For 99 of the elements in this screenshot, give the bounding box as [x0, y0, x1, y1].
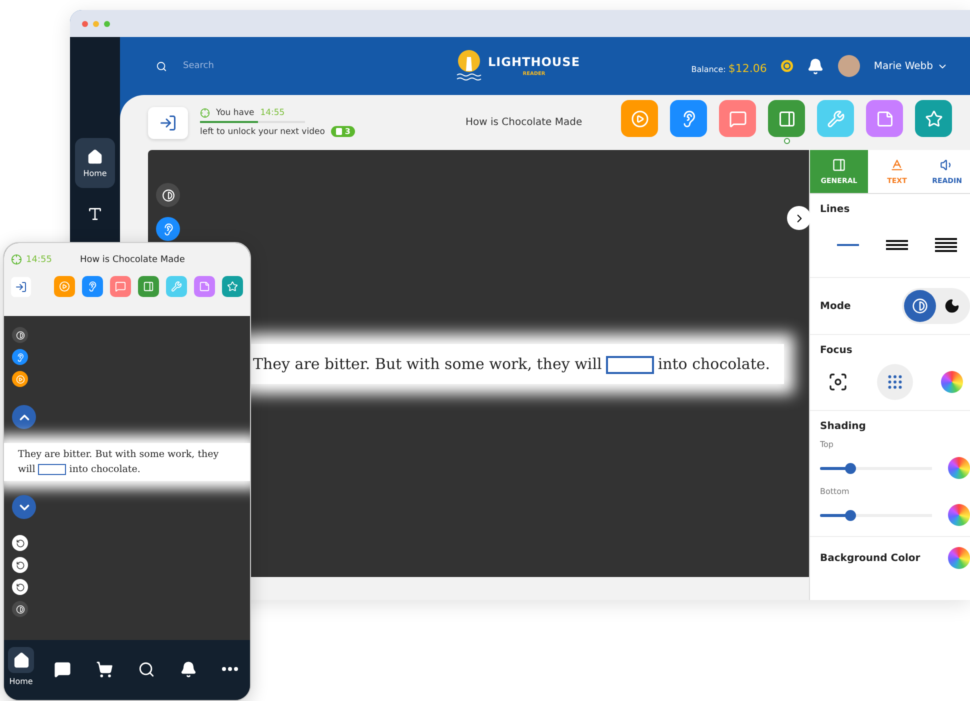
sidebar-item[interactable]: Home [75, 138, 115, 188]
exit-icon [15, 280, 27, 292]
color-picker[interactable] [948, 547, 970, 569]
ear-tool-button[interactable] [82, 276, 103, 297]
color-wheel-icon [941, 371, 963, 393]
section-title: Shading [820, 421, 867, 432]
star-tool-button[interactable] [222, 276, 243, 297]
video-count-badge: 3 [330, 126, 356, 137]
section-title: Background Color [820, 552, 920, 564]
timer-value: 14:55 [26, 254, 52, 264]
user-menu[interactable]: Marie Webb [874, 60, 948, 72]
coin-icon [780, 60, 793, 72]
wrench-icon [826, 110, 844, 128]
panel-icon [143, 281, 154, 292]
scroll-down-button[interactable] [12, 495, 36, 520]
search-field[interactable]: Search [181, 60, 305, 72]
book-tool-button[interactable] [768, 100, 805, 137]
ear-icon [87, 281, 98, 292]
ear-tool-button[interactable] [670, 100, 707, 137]
star-tool-button[interactable] [915, 100, 952, 137]
replay-icon [16, 582, 24, 592]
replay-button[interactable] [12, 557, 28, 574]
answer-box[interactable] [38, 464, 66, 476]
wrench-icon [171, 281, 182, 292]
exit-button[interactable] [148, 106, 188, 138]
panel-icon [778, 110, 796, 128]
color-picker[interactable] [948, 457, 970, 479]
selected-indicator [784, 138, 790, 144]
moon-icon [944, 298, 960, 314]
chat-icon [728, 110, 746, 128]
bell-icon [180, 660, 197, 678]
play-icon [630, 110, 648, 128]
search-icon [156, 60, 167, 72]
ear-button[interactable] [12, 349, 28, 365]
slider-thumb[interactable] [845, 510, 856, 520]
slider-thumb[interactable] [845, 462, 856, 474]
chat-icon [115, 281, 126, 292]
focus-frame-icon [828, 372, 848, 392]
ear-button[interactable] [156, 217, 180, 241]
text-icon[interactable] [87, 206, 103, 222]
collapse-button[interactable] [787, 206, 811, 230]
text-icon [890, 158, 904, 172]
play-icon [59, 281, 70, 292]
search-icon [138, 660, 155, 678]
lines-icon [886, 238, 908, 252]
ear-icon [162, 222, 174, 236]
avatar [838, 55, 860, 77]
color-picker[interactable] [948, 504, 970, 526]
contrast-icon [162, 188, 174, 202]
lines-icon [935, 238, 957, 252]
sentence: They are bitter. But with some work, they will into chocolate. [18, 448, 220, 478]
answer-box[interactable] [606, 356, 654, 374]
sentence: They are bitter. But with some work, they will into chocolate. [253, 354, 772, 376]
contrast-button[interactable] [156, 183, 180, 207]
tag-tool-button[interactable] [194, 276, 215, 297]
close-icon[interactable] [82, 20, 88, 26]
replay-icon [16, 560, 24, 570]
section-title: Focus [820, 345, 854, 356]
dots-icon [886, 373, 904, 391]
light-mode-icon [912, 298, 928, 314]
home-icon [87, 148, 103, 164]
balance: Balance: $12.06 [691, 60, 767, 76]
timer-caption: left to unlock your next video [200, 126, 325, 136]
more-icon [222, 667, 238, 671]
cart-icon [96, 660, 114, 678]
timer-icon [11, 254, 22, 265]
lesson-title: How is Chocolate Made [80, 254, 185, 264]
replay-button[interactable] [12, 535, 28, 552]
contrast-button[interactable] [12, 327, 28, 343]
timer-value: 14:55 [260, 108, 285, 118]
home-icon [12, 652, 30, 668]
tag-tool-button[interactable] [866, 100, 903, 137]
exit-icon [159, 114, 177, 132]
note-icon [199, 281, 210, 292]
lesson-title: How is Chocolate Made [465, 117, 582, 128]
contrast-icon [16, 604, 24, 614]
replay-button[interactable] [12, 579, 28, 596]
chat-icon [54, 660, 72, 678]
contrast-button[interactable] [12, 601, 28, 618]
contrast-icon [16, 330, 24, 340]
book-tool-button[interactable] [138, 276, 159, 297]
play-button[interactable] [12, 371, 28, 387]
notification-icon[interactable] [806, 58, 824, 74]
ear-icon [16, 352, 24, 362]
panel-icon [832, 158, 846, 172]
scroll-up-button[interactable] [12, 405, 36, 429]
timer-text: You have [216, 108, 254, 118]
play-icon [16, 374, 24, 384]
exit-button[interactable] [11, 276, 31, 296]
section-title: Mode [820, 300, 851, 312]
replay-icon [16, 538, 24, 548]
mode-toggle[interactable] [902, 288, 970, 324]
slider-label: Bottom [820, 487, 850, 496]
note-icon [876, 110, 894, 128]
section-title: Lines [820, 204, 851, 215]
star-icon [924, 110, 942, 128]
star-icon [227, 281, 238, 292]
slider-label: Top [820, 440, 834, 449]
timer-icon [200, 108, 210, 118]
